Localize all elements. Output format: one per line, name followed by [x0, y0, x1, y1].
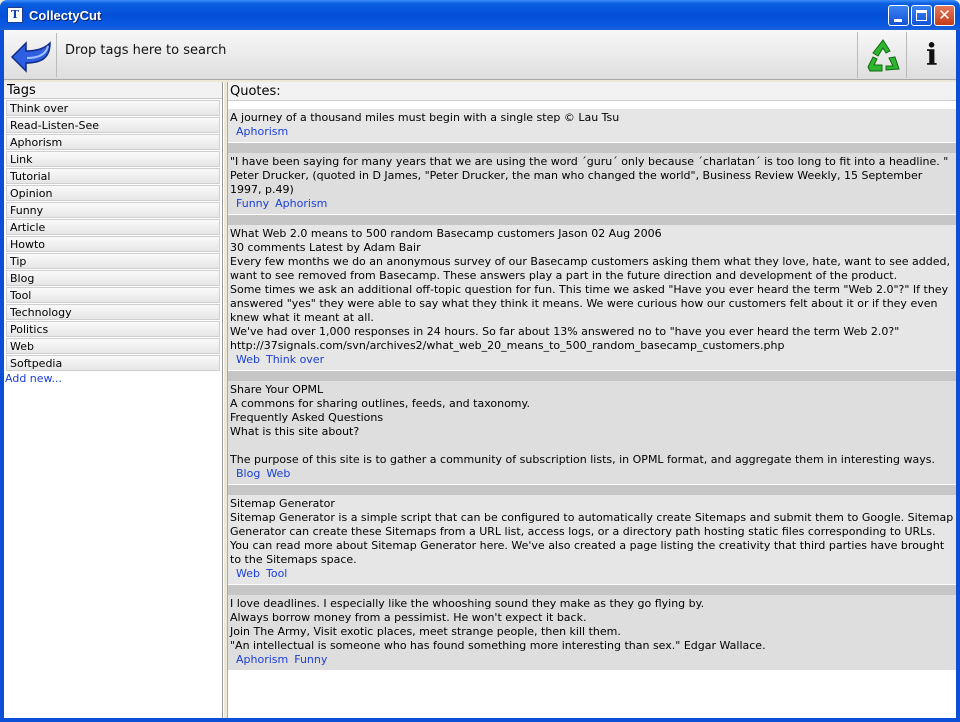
- quote-text: A journey of a thousand miles must begin…: [230, 111, 620, 124]
- info-button[interactable]: i: [908, 32, 956, 78]
- quote-text: Sitemap Generator Sitemap Generator is a…: [230, 497, 954, 566]
- back-button[interactable]: [7, 33, 57, 77]
- tag-item[interactable]: Tool: [6, 287, 220, 303]
- quote-tag-link[interactable]: Blog: [236, 467, 260, 480]
- recycle-button[interactable]: [857, 32, 907, 78]
- tag-item[interactable]: Opinion: [6, 185, 220, 201]
- tags-panel: Tags Think over Read-Listen-See Aphorism Li…: [4, 82, 223, 718]
- toolbar: Drop tags here to search i: [4, 30, 956, 80]
- quote-tag-link[interactable]: Aphorism: [236, 125, 288, 138]
- quote-text: Share Your OPML A commons for sharing ou…: [230, 383, 935, 466]
- quote-card[interactable]: Sitemap Generator Sitemap Generator is a…: [228, 495, 956, 584]
- tag-item[interactable]: Funny: [6, 202, 220, 218]
- window-frame-bottom: [4, 718, 956, 722]
- tag-item[interactable]: Read-Listen-See: [6, 117, 220, 133]
- quote-separator: [228, 214, 956, 225]
- maximize-icon: [916, 10, 927, 21]
- quote-text: What Web 2.0 means to 500 random Basecam…: [230, 227, 950, 352]
- quote-text: I love deadlines. I especially like the …: [230, 597, 766, 652]
- quote-text: "I have been saying for many years that …: [230, 155, 949, 196]
- tag-item[interactable]: Blog: [6, 270, 220, 286]
- quote-tag-link[interactable]: Aphorism: [275, 197, 327, 210]
- quote-tags: Web Think over: [228, 353, 956, 370]
- quote-separator: [228, 101, 956, 109]
- quote-tags: Funny Aphorism: [228, 197, 956, 214]
- recycle-icon: [867, 39, 900, 72]
- drop-tags-hint[interactable]: Drop tags here to search: [65, 43, 226, 58]
- quote-card[interactable]: What Web 2.0 means to 500 random Basecam…: [228, 225, 956, 370]
- tag-item[interactable]: Link: [6, 151, 220, 167]
- tag-list: Think over Read-Listen-See Aphorism Link Tut…: [4, 100, 222, 371]
- quote-tag-link[interactable]: Web: [236, 353, 260, 366]
- tags-header: Tags: [4, 82, 222, 99]
- tag-item[interactable]: Softpedia: [6, 355, 220, 371]
- back-arrow-icon: [10, 41, 51, 73]
- quotes-panel: Quotes: A journey of a thousand miles mu…: [228, 82, 956, 718]
- quote-card[interactable]: Share Your OPML A commons for sharing ou…: [228, 381, 956, 484]
- title-bar[interactable]: T CollectyCut ✕: [0, 0, 960, 30]
- tag-item[interactable]: Howto: [6, 236, 220, 252]
- quote-card[interactable]: A journey of a thousand miles must begin…: [228, 109, 956, 142]
- quote-tag-link[interactable]: Web: [236, 567, 260, 580]
- quote-separator: [228, 484, 956, 495]
- minimize-button[interactable]: [888, 5, 909, 26]
- quote-tag-link[interactable]: Aphorism: [236, 653, 288, 666]
- quote-tag-link[interactable]: Tool: [266, 567, 287, 580]
- minimize-icon: [894, 19, 902, 22]
- maximize-button[interactable]: [911, 5, 932, 26]
- quote-tags: Web Tool: [228, 567, 956, 584]
- quote-separator: [228, 142, 956, 153]
- tag-item[interactable]: Politics: [6, 321, 220, 337]
- tag-item[interactable]: Web: [6, 338, 220, 354]
- tag-item[interactable]: Think over: [6, 100, 220, 116]
- quote-tag-link[interactable]: Think over: [266, 353, 324, 366]
- quote-separator: [228, 370, 956, 381]
- tag-item[interactable]: Aphorism: [6, 134, 220, 150]
- quote-separator: [228, 584, 956, 595]
- quote-list: A journey of a thousand miles must begin…: [228, 101, 956, 670]
- tag-item[interactable]: Technology: [6, 304, 220, 320]
- quote-tags: Blog Web: [228, 467, 956, 484]
- quote-tag-link[interactable]: Funny: [236, 197, 269, 210]
- tag-item[interactable]: Tutorial: [6, 168, 220, 184]
- info-icon: i: [926, 38, 938, 73]
- close-button[interactable]: ✕: [934, 5, 955, 26]
- tag-item[interactable]: Tip: [6, 253, 220, 269]
- window-title: CollectyCut: [29, 7, 102, 23]
- quote-tag-link[interactable]: Web: [266, 467, 290, 480]
- tag-item[interactable]: Article: [6, 219, 220, 235]
- app-icon: T: [7, 7, 23, 23]
- window-controls: ✕: [888, 5, 955, 26]
- close-icon: ✕: [938, 6, 951, 24]
- add-new-tag-link[interactable]: Add new...: [4, 372, 222, 385]
- quote-card[interactable]: "I have been saying for many years that …: [228, 153, 956, 214]
- window-frame-right: [956, 30, 960, 722]
- quotes-header: Quotes:: [228, 82, 956, 101]
- quote-card[interactable]: I love deadlines. I especially like the …: [228, 595, 956, 670]
- quote-tag-link[interactable]: Funny: [294, 653, 327, 666]
- quote-tags: Aphorism: [228, 125, 956, 142]
- quote-tags: Aphorism Funny: [228, 653, 956, 670]
